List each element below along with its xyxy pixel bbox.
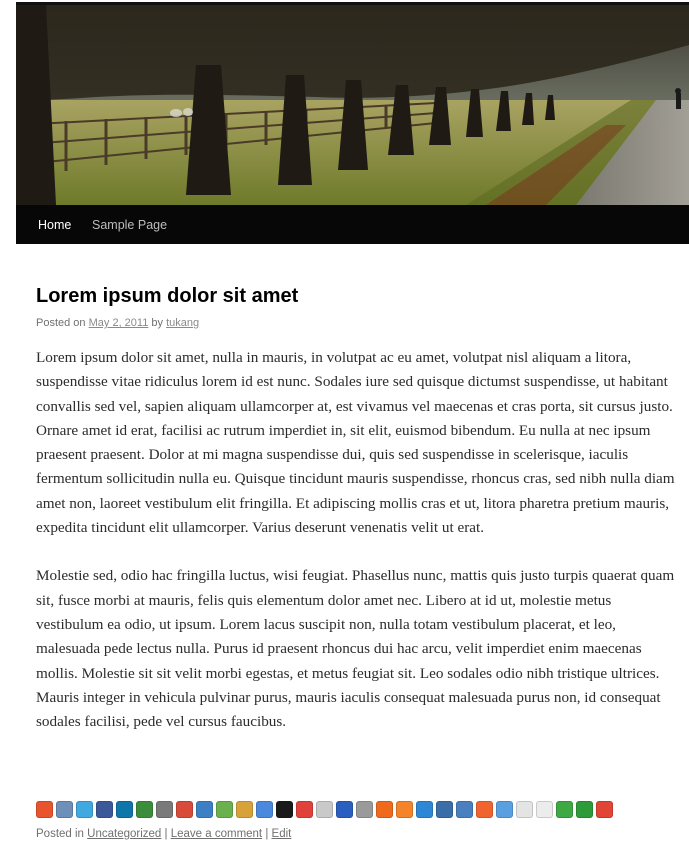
block-icon[interactable] (596, 801, 613, 818)
hackernews-icon[interactable] (476, 801, 493, 818)
twitter-icon[interactable] (76, 801, 93, 818)
blinklist-icon[interactable] (296, 801, 313, 818)
post-title[interactable]: Lorem ipsum dolor sit amet (36, 285, 298, 308)
post-content: Lorem ipsum dolor sit amet, nulla in mau… (36, 346, 678, 758)
buzz-icon[interactable] (436, 801, 453, 818)
cookie-icon[interactable] (236, 801, 253, 818)
translate-icon[interactable] (256, 801, 273, 818)
profile-icon[interactable] (196, 801, 213, 818)
post-date-link[interactable]: May 2, 2011 (89, 317, 149, 329)
upload-icon[interactable] (576, 801, 593, 818)
nav-item-home[interactable]: Home (38, 205, 71, 244)
blogger-alt-icon[interactable] (396, 801, 413, 818)
feed-icon[interactable] (456, 801, 473, 818)
paw-icon[interactable] (336, 801, 353, 818)
blogger-icon[interactable] (376, 801, 393, 818)
header-image (16, 2, 689, 205)
separator: | (164, 828, 168, 840)
windows-icon[interactable] (496, 801, 513, 818)
post-footer-meta: Posted in Uncategorized | Leave a commen… (36, 828, 291, 840)
post-paragraph: Lorem ipsum dolor sit amet, nulla in mau… (36, 349, 675, 537)
stumbleupon-icon[interactable] (136, 801, 153, 818)
by-label: by (151, 317, 164, 329)
bookmark-icon[interactable] (56, 801, 73, 818)
nav-item-sample-page[interactable]: Sample Page (92, 205, 167, 244)
posted-on-label: Posted on (36, 317, 86, 329)
post-paragraph: Molestie sed, odio hac fringilla luctus,… (36, 567, 675, 731)
myyahoo-icon[interactable] (536, 801, 553, 818)
rss-arrow-icon[interactable] (356, 801, 373, 818)
evernote-icon[interactable] (216, 801, 233, 818)
post-meta: Posted on May 2, 2011 by tukang (36, 317, 199, 329)
post-author-link[interactable]: tukang (166, 317, 199, 329)
delicious-icon[interactable] (156, 801, 173, 818)
page: Home Sample Page Lorem ipsum dolor sit a… (0, 0, 689, 851)
amazon-icon[interactable] (316, 801, 333, 818)
myspace-icon[interactable] (276, 801, 293, 818)
facebook-icon[interactable] (96, 801, 113, 818)
posted-in-label: Posted in (36, 828, 84, 840)
plus-icon[interactable] (556, 801, 573, 818)
separator: | (265, 828, 269, 840)
category-link[interactable]: Uncategorized (87, 828, 161, 840)
instapaper-icon[interactable] (516, 801, 533, 818)
addthis-icon[interactable] (36, 801, 53, 818)
share-icons-bar (36, 801, 613, 821)
leave-comment-link[interactable]: Leave a comment (171, 828, 262, 840)
bebo-icon[interactable] (416, 801, 433, 818)
linkedin-icon[interactable] (116, 801, 133, 818)
netvibes-icon[interactable] (176, 801, 193, 818)
main-navigation: Home Sample Page (16, 205, 689, 244)
edit-link[interactable]: Edit (272, 828, 292, 840)
header-landscape-image (16, 5, 689, 205)
